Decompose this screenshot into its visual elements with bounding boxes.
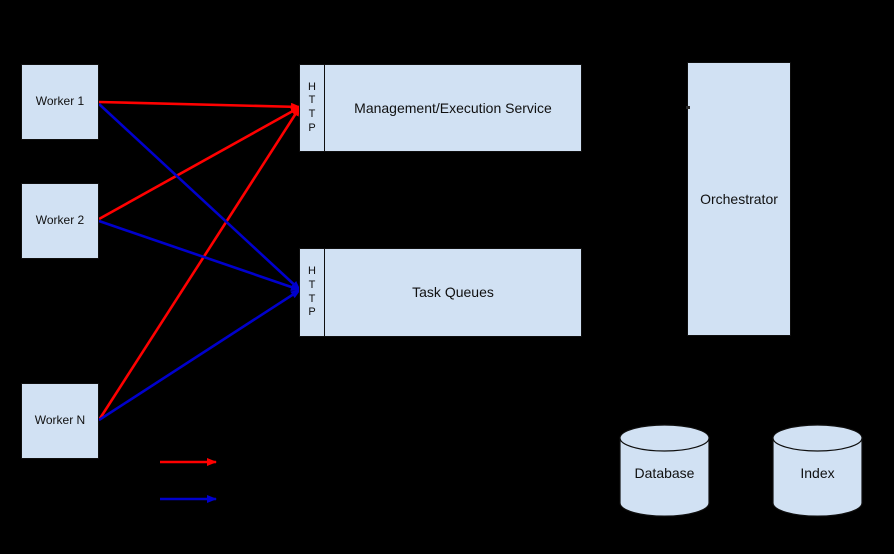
node-worker-1-label: Worker 1 xyxy=(35,94,85,109)
node-worker-2[interactable]: Worker 2 xyxy=(21,183,99,259)
response-edge-1 xyxy=(98,103,301,291)
node-worker-1[interactable]: Worker 1 xyxy=(21,64,99,140)
request-edge-1 xyxy=(98,100,301,111)
node-orchestrator[interactable]: Orchestrator xyxy=(687,62,791,336)
border-artifact-dot xyxy=(686,106,690,109)
node-index[interactable]: Index xyxy=(772,424,863,517)
http-port-management-execution-service: H T T P xyxy=(300,65,325,151)
node-management-execution-service-label: Management/Execution Service xyxy=(354,99,552,116)
request-edge-3 xyxy=(97,106,302,421)
node-management-execution-service[interactable]: H T T P Management/Execution Service xyxy=(299,64,582,152)
node-worker-2-label: Worker 2 xyxy=(35,213,85,228)
http-letter-h: H xyxy=(308,80,316,93)
http-letter-t2: T xyxy=(308,108,316,120)
node-task-queues[interactable]: H T T P Task Queues xyxy=(299,248,582,337)
response-edge-2 xyxy=(98,219,301,292)
http-letter-t1: T xyxy=(308,94,316,107)
node-database[interactable]: Database xyxy=(619,424,710,517)
node-task-queues-label: Task Queues xyxy=(412,284,494,301)
request-edge-2 xyxy=(98,105,301,221)
http-letter-p: P xyxy=(308,121,316,134)
node-worker-n-label: Worker N xyxy=(34,413,86,428)
http-letter-t1: T xyxy=(308,278,316,291)
node-index-label: Index xyxy=(800,465,835,481)
legend-arrows xyxy=(160,458,217,503)
response-edges xyxy=(98,103,301,422)
node-database-label: Database xyxy=(634,465,695,481)
request-edges xyxy=(97,100,302,421)
http-letter-t2: T xyxy=(308,292,316,305)
http-port-task-queues: H T T P xyxy=(300,249,325,336)
node-worker-n[interactable]: Worker N xyxy=(21,383,99,459)
node-orchestrator-label: Orchestrator xyxy=(700,190,778,207)
response-edge-3 xyxy=(98,288,301,422)
http-letter-h: H xyxy=(308,265,316,277)
http-letter-p: P xyxy=(308,306,316,319)
diagram-canvas: Worker 1 Worker 2 Worker N H T T P Manag… xyxy=(0,0,894,554)
